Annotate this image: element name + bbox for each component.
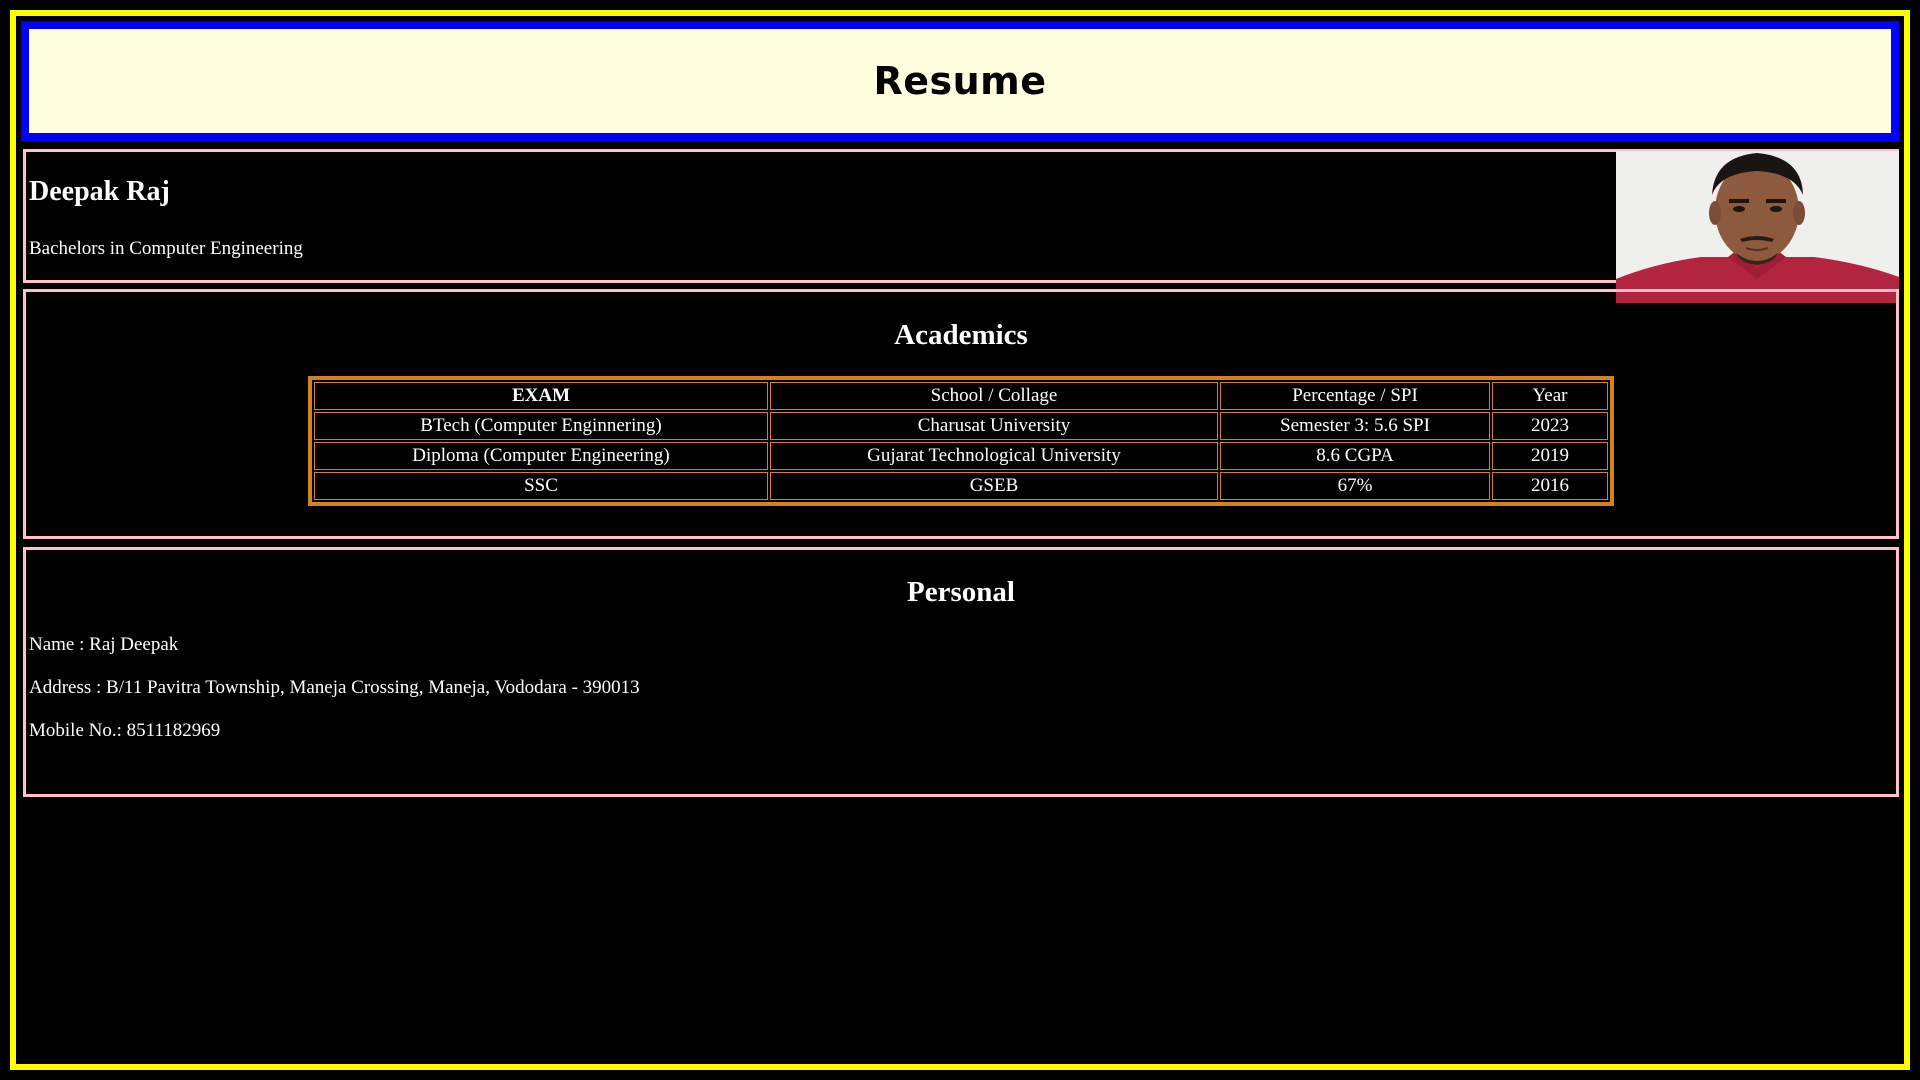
profile-degree: Bachelors in Computer Engineering <box>29 238 303 259</box>
cell-percentage: 8.6 CGPA <box>1220 442 1490 470</box>
cell-percentage: Semester 3: 5.6 SPI <box>1220 412 1490 440</box>
table-header-row: EXAM School / Collage Percentage / SPI Y… <box>314 382 1608 410</box>
personal-section: Personal Name : Raj Deepak Address : B/1… <box>23 547 1899 797</box>
cell-year: 2019 <box>1492 442 1608 470</box>
column-header-percentage: Percentage / SPI <box>1220 382 1490 410</box>
profile-name: Deepak Raj <box>29 176 170 207</box>
cell-exam: BTech (Computer Enginnering) <box>314 412 768 440</box>
column-header-school: School / Collage <box>770 382 1218 410</box>
academics-heading: Academics <box>894 319 1028 351</box>
cell-year: 2023 <box>1492 412 1608 440</box>
column-header-exam: EXAM <box>314 382 768 410</box>
table-row: BTech (Computer Enginnering) Charusat Un… <box>314 412 1608 440</box>
column-header-year: Year <box>1492 382 1608 410</box>
profile-section: Deepak Raj Bachelors in Computer Enginee… <box>23 149 1899 303</box>
cell-exam: Diploma (Computer Engineering) <box>314 442 768 470</box>
cell-exam: SSC <box>314 472 768 500</box>
cell-year: 2016 <box>1492 472 1608 500</box>
personal-mobile: Mobile No.: 8511182969 <box>29 720 221 741</box>
academics-section: Academics EXAM School / Collage Percenta… <box>23 289 1899 539</box>
table-row: Diploma (Computer Engineering) Gujarat T… <box>314 442 1608 470</box>
cell-percentage: 67% <box>1220 472 1490 500</box>
cell-school: Charusat University <box>770 412 1218 440</box>
page-title: Resume <box>873 59 1047 103</box>
personal-address: Address : B/11 Pavitra Township, Maneja … <box>29 677 640 698</box>
cell-school: GSEB <box>770 472 1218 500</box>
academics-table: EXAM School / Collage Percentage / SPI Y… <box>308 376 1614 506</box>
profile-photo <box>1616 151 1899 303</box>
cell-school: Gujarat Technological University <box>770 442 1218 470</box>
table-row: SSC GSEB 67% 2016 <box>314 472 1608 500</box>
personal-name: Name : Raj Deepak <box>29 634 179 655</box>
personal-heading: Personal <box>907 576 1015 608</box>
profile-photo-image <box>1616 151 1899 303</box>
resume-header: Resume <box>21 21 1899 141</box>
